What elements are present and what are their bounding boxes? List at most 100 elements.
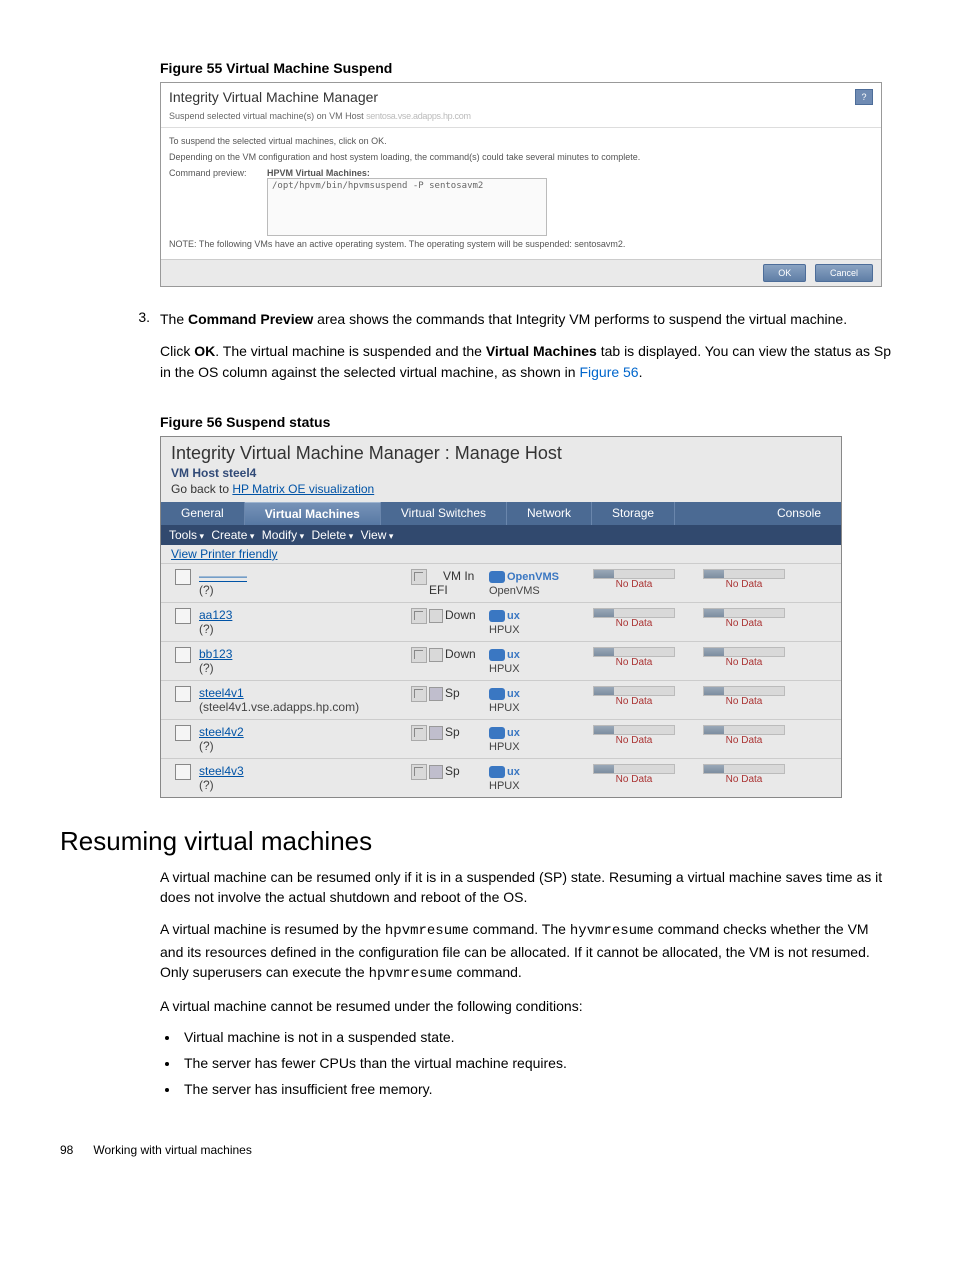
down-icon [429, 609, 443, 623]
edit-icon[interactable] [411, 764, 427, 780]
row-checkbox[interactable] [175, 569, 191, 585]
vm-name-link[interactable]: aa123 [199, 608, 232, 622]
table-row: steel4v3(?)SpuxHPUXNo DataNo Data [161, 758, 841, 797]
panel-title: Integrity Virtual Machine Manager : Mana… [161, 437, 841, 466]
menu-delete[interactable]: Delete [312, 528, 354, 542]
vmin-icon [429, 571, 441, 583]
step-number: 3. [120, 309, 160, 394]
command-preview-label: Command preview: [169, 168, 259, 178]
menu-modify[interactable]: Modify [262, 528, 304, 542]
row-checkbox[interactable] [175, 725, 191, 741]
figure-56-caption: Figure 56 Suspend status [160, 414, 894, 430]
no-data-label: No Data [689, 774, 799, 785]
menu-view[interactable]: View [361, 528, 394, 542]
no-data-label: No Data [579, 579, 689, 590]
no-data-label: No Data [689, 618, 799, 629]
tab-general[interactable]: General [161, 502, 245, 525]
chapter-title: Working with virtual machines [93, 1143, 252, 1157]
os-version: HPUX [489, 741, 520, 753]
step3-para1: The Command Preview area shows the comma… [160, 309, 894, 329]
vm-state: Sp [445, 686, 460, 700]
row-checkbox[interactable] [175, 764, 191, 780]
vm-subtext: (?) [199, 661, 214, 675]
back-link[interactable]: HP Matrix OE visualization [232, 482, 374, 496]
os-name: ux [507, 766, 520, 778]
vm-state: Down [445, 608, 476, 622]
menu-tools[interactable]: Tools [169, 528, 204, 542]
vm-name-link[interactable]: steel4v3 [199, 764, 244, 778]
tab-virtual-machines[interactable]: Virtual Machines [245, 502, 381, 525]
step3-para2: Click OK. The virtual machine is suspend… [160, 341, 894, 382]
usage-bar [703, 647, 785, 657]
resume-para2: A virtual machine is resumed by the hpvm… [160, 919, 894, 984]
page-footer: 98 Working with virtual machines [60, 1143, 894, 1157]
usage-bar [703, 686, 785, 696]
no-data-label: No Data [689, 696, 799, 707]
edit-icon[interactable] [411, 686, 427, 702]
dialog-subtitle: Suspend selected virtual machine(s) on V… [161, 111, 881, 127]
down-icon [429, 648, 443, 662]
vm-state: Sp [445, 725, 460, 739]
tab-bar: GeneralVirtual MachinesVirtual SwitchesN… [161, 502, 841, 525]
usage-bar [703, 608, 785, 618]
os-logo-icon [489, 688, 505, 700]
no-data-label: No Data [579, 696, 689, 707]
row-checkbox[interactable] [175, 608, 191, 624]
os-logo-icon [489, 649, 505, 661]
tab-network[interactable]: Network [507, 502, 592, 525]
list-item: The server has fewer CPUs than the virtu… [180, 1055, 894, 1071]
usage-bar [703, 764, 785, 774]
edit-icon[interactable] [411, 647, 427, 663]
page-number: 98 [60, 1143, 90, 1157]
no-data-label: No Data [689, 735, 799, 746]
vm-state2: EFI [429, 583, 448, 597]
menu-create[interactable]: Create [211, 528, 254, 542]
usage-bar [593, 608, 675, 618]
vm-name-link[interactable]: steel4v1 [199, 686, 244, 700]
table-row: ————(?)VM InEFIOpenVMSOpenVMSNo DataNo D… [161, 563, 841, 602]
vm-name-link[interactable]: bb123 [199, 647, 232, 661]
os-version: HPUX [489, 780, 520, 792]
usage-bar [593, 764, 675, 774]
table-row: aa123(?)DownuxHPUXNo DataNo Data [161, 602, 841, 641]
tab-console[interactable]: Console [757, 502, 841, 525]
vm-host-line: VM Host steel4 [161, 466, 841, 482]
suspend-note: NOTE: The following VMs have an active o… [169, 239, 873, 249]
os-logo-icon [489, 766, 505, 778]
edit-icon[interactable] [411, 608, 427, 624]
list-item: The server has insufficient free memory. [180, 1081, 894, 1097]
figure-56-link[interactable]: Figure 56 [579, 364, 638, 380]
os-name: ux [507, 688, 520, 700]
vm-subtext: (steel4v1.vse.adapps.hp.com) [199, 700, 359, 714]
suspended-icon [429, 765, 443, 779]
manage-host-panel: Integrity Virtual Machine Manager : Mana… [160, 436, 842, 798]
vm-name-link[interactable]: steel4v2 [199, 725, 244, 739]
instruction-line-2: Depending on the VM configuration and ho… [169, 152, 873, 162]
os-logo-icon [489, 610, 505, 622]
no-data-label: No Data [579, 774, 689, 785]
no-data-label: No Data [689, 579, 799, 590]
conditions-list: Virtual machine is not in a suspended st… [180, 1029, 894, 1097]
menu-bar: Tools Create Modify Delete View [161, 525, 841, 545]
table-row: steel4v2(?)SpuxHPUXNo DataNo Data [161, 719, 841, 758]
row-checkbox[interactable] [175, 647, 191, 663]
tab-virtual-switches[interactable]: Virtual Switches [381, 502, 507, 525]
os-version: HPUX [489, 702, 520, 714]
vm-name-link[interactable]: ———— [199, 569, 247, 583]
vm-subtext: (?) [199, 739, 214, 753]
help-button[interactable]: ? [855, 89, 873, 105]
no-data-label: No Data [689, 657, 799, 668]
subtitle-host: sentosa.vse.adapps.hp.com [366, 111, 471, 121]
os-version: HPUX [489, 624, 520, 636]
suspended-icon [429, 687, 443, 701]
tab-storage[interactable]: Storage [592, 502, 675, 525]
usage-bar [703, 725, 785, 735]
printer-friendly-link[interactable]: View Printer friendly [171, 547, 278, 561]
command-preview-heading: HPVM Virtual Machines: [267, 168, 370, 178]
edit-icon[interactable] [411, 569, 427, 585]
cancel-button[interactable]: Cancel [815, 264, 873, 282]
edit-icon[interactable] [411, 725, 427, 741]
ok-button[interactable]: OK [763, 264, 806, 282]
os-name: OpenVMS [507, 571, 559, 583]
row-checkbox[interactable] [175, 686, 191, 702]
